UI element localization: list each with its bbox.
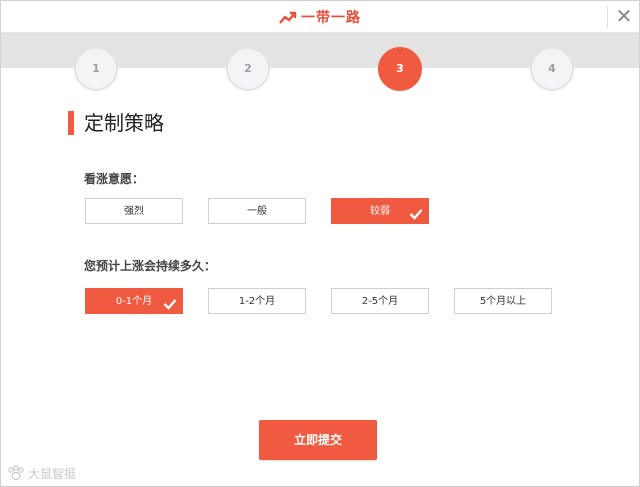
option-label: 强烈	[124, 206, 144, 217]
checkmark-icon	[163, 295, 177, 321]
option-label: 0-1个月	[115, 296, 153, 307]
title-bar: 一带一路 ✕	[1, 1, 639, 33]
step-4[interactable]: 4	[530, 47, 574, 91]
option-label: 较弱	[370, 206, 390, 217]
option-0-1-month[interactable]: 0-1个月	[85, 288, 183, 314]
option-weak[interactable]: 较弱	[331, 198, 429, 224]
option-1-2-months[interactable]: 1-2个月	[208, 288, 306, 314]
option-normal[interactable]: 一般	[208, 198, 306, 224]
question-bullish-willingness: 看涨意愿：	[84, 172, 145, 186]
step-2[interactable]: 2	[226, 47, 270, 91]
close-icon: ✕	[615, 4, 633, 28]
option-strong[interactable]: 强烈	[85, 198, 183, 224]
option-label: 2-5个月	[361, 296, 399, 307]
step-3[interactable]: 3	[378, 47, 422, 91]
watermark-text: 大鼠智挺	[28, 467, 77, 481]
window-title-wrap: 一带一路	[1, 7, 639, 27]
trend-up-icon	[279, 10, 301, 26]
option-label: 5个月以上	[479, 296, 527, 307]
section-title: 定制策略	[68, 111, 164, 135]
submit-button[interactable]: 立即提交	[259, 420, 377, 460]
option-2-5-months[interactable]: 2-5个月	[331, 288, 429, 314]
option-label: 一般	[247, 206, 267, 217]
title-separator	[607, 6, 608, 28]
step-1[interactable]: 1	[74, 47, 118, 91]
dialog-window: 一带一路 ✕ 1 2 3 4 定制策略 看涨意愿： 强烈 一般 较弱 您预计上涨…	[0, 0, 640, 487]
window-title: 一带一路	[301, 10, 361, 26]
paw-logo-icon	[6, 465, 28, 481]
watermark: 大鼠智挺	[6, 465, 76, 482]
option-5-plus-months[interactable]: 5个月以上	[454, 288, 552, 314]
checkmark-icon	[409, 205, 423, 231]
close-button[interactable]: ✕	[613, 5, 635, 27]
question-duration: 您预计上涨会持续多久：	[84, 259, 217, 273]
option-label: 1-2个月	[238, 296, 276, 307]
